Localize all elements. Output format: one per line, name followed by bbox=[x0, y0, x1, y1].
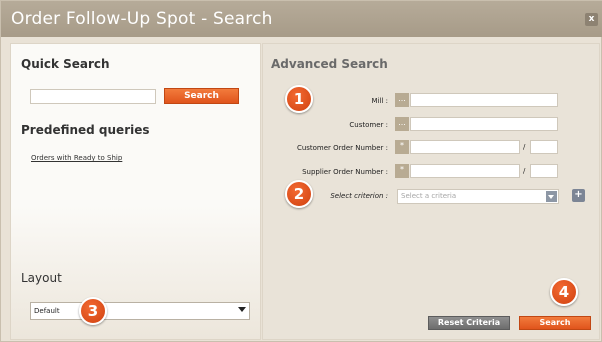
supplier-order-to-field[interactable] bbox=[530, 164, 558, 178]
callout-badge-3: 3 bbox=[79, 297, 107, 325]
layout-heading: Layout bbox=[21, 271, 62, 285]
title-bar: Order Follow-Up Spot - Search x bbox=[1, 1, 602, 37]
search-dialog: Order Follow-Up Spot - Search x Quick Se… bbox=[0, 0, 602, 342]
customer-order-to-field[interactable] bbox=[530, 140, 558, 154]
chevron-down-icon bbox=[546, 191, 557, 202]
callout-badge-4: 4 bbox=[550, 278, 578, 306]
predefined-queries-heading: Predefined queries bbox=[21, 123, 150, 137]
add-criterion-button[interactable]: + bbox=[572, 189, 585, 202]
left-panel: Quick Search Search Predefined queries O… bbox=[10, 43, 261, 340]
layout-select[interactable]: Default bbox=[30, 302, 250, 320]
search-button[interactable]: Search bbox=[519, 316, 591, 330]
layout-select-value: Default bbox=[34, 307, 60, 315]
customer-order-from-field[interactable] bbox=[410, 140, 520, 154]
quick-search-button[interactable]: Search bbox=[164, 88, 239, 104]
range-separator: / bbox=[523, 167, 526, 175]
supplier-order-label: Supplier Order Number : bbox=[302, 168, 388, 176]
callout-badge-1: 1 bbox=[285, 85, 313, 113]
chevron-down-icon bbox=[238, 307, 246, 312]
customer-lookup-button[interactable]: ... bbox=[395, 117, 409, 131]
mill-field[interactable] bbox=[410, 93, 558, 107]
reset-criteria-button[interactable]: Reset Criteria bbox=[428, 316, 510, 330]
quick-search-heading: Quick Search bbox=[21, 57, 110, 71]
close-icon[interactable]: x bbox=[585, 13, 598, 26]
customer-order-label: Customer Order Number : bbox=[296, 144, 388, 152]
customer-label: Customer : bbox=[349, 121, 388, 129]
customer-order-wildcard-button[interactable]: * bbox=[395, 140, 409, 154]
query-link-ready-to-ship[interactable]: Orders with Ready to Ship bbox=[31, 154, 122, 162]
supplier-order-wildcard-button[interactable]: * bbox=[395, 164, 409, 178]
callout-badge-2: 2 bbox=[285, 180, 313, 208]
mill-lookup-button[interactable]: ... bbox=[395, 93, 409, 107]
criteria-placeholder: Select a criteria bbox=[401, 192, 457, 200]
criteria-select[interactable]: Select a criteria bbox=[397, 189, 559, 204]
advanced-search-heading: Advanced Search bbox=[271, 57, 388, 71]
supplier-order-from-field[interactable] bbox=[410, 164, 520, 178]
dialog-title: Order Follow-Up Spot - Search bbox=[11, 9, 273, 29]
quick-search-input[interactable] bbox=[30, 89, 156, 104]
range-separator: / bbox=[523, 143, 526, 151]
customer-field[interactable] bbox=[410, 117, 558, 131]
